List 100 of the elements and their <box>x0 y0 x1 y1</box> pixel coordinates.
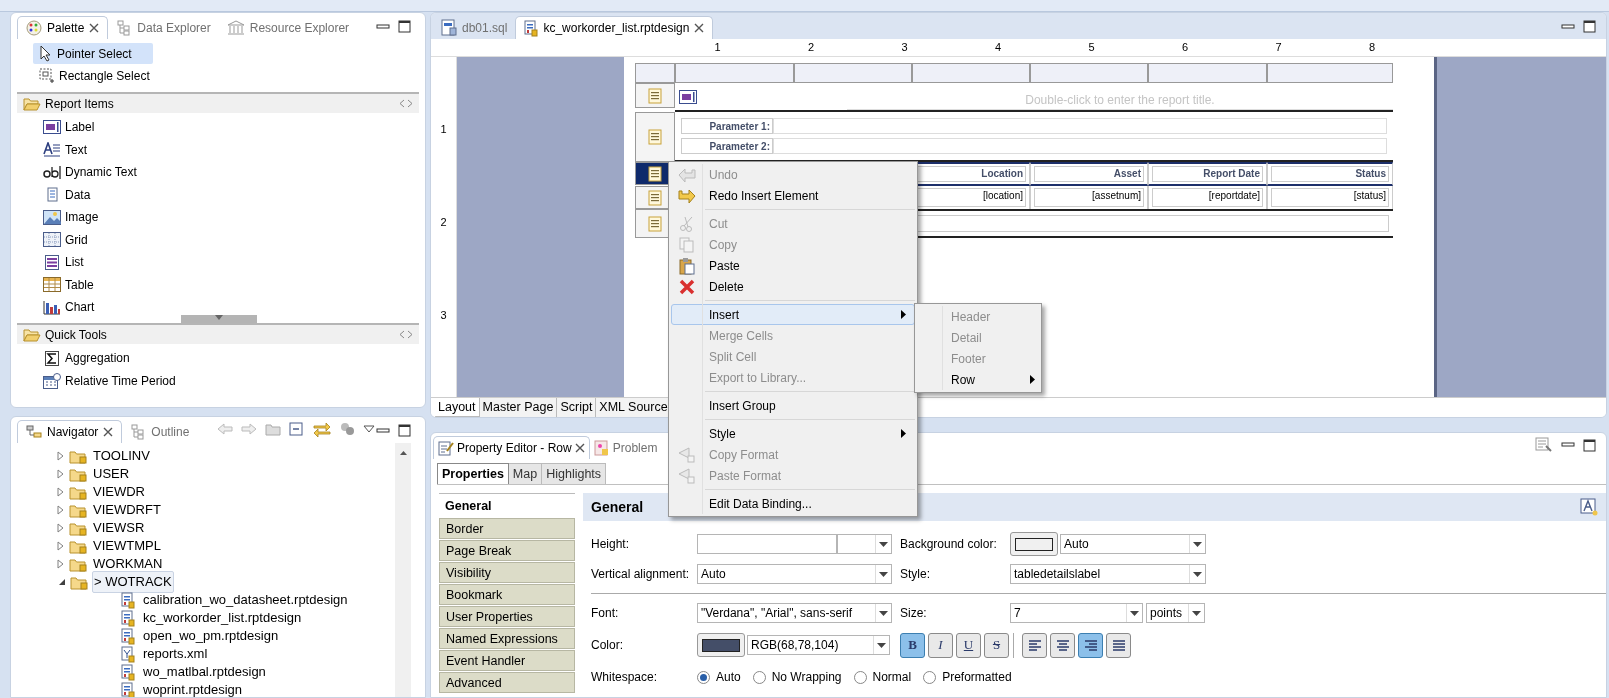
palette-item[interactable]: Aggregation <box>43 347 425 370</box>
collapse-icon[interactable] <box>399 330 413 339</box>
minimize-icon[interactable] <box>1561 22 1575 31</box>
collapsed-arrow-icon[interactable] <box>57 469 65 479</box>
column-header[interactable] <box>1030 63 1148 83</box>
dropdown[interactable]: points <box>1146 603 1205 623</box>
tab[interactable]: Resource Explorer <box>218 16 358 39</box>
menu-item[interactable]: Delete <box>671 276 915 297</box>
menu-item[interactable]: Style <box>671 423 915 444</box>
dropdown[interactable]: 7 <box>1010 603 1143 623</box>
collapse-icon[interactable] <box>399 99 413 108</box>
palette-item[interactable]: Table <box>43 273 425 296</box>
tab[interactable]: Data Explorer <box>108 16 219 39</box>
maximize-icon[interactable] <box>398 20 411 33</box>
expanded-arrow-icon[interactable] <box>57 578 66 586</box>
dropdown[interactable]: Auto <box>697 564 892 584</box>
close-icon[interactable] <box>574 443 585 453</box>
palette-item[interactable]: Label <box>43 116 425 139</box>
editor-tab[interactable]: Master Page <box>479 398 558 417</box>
menu-item[interactable]: Redo Insert Element <box>671 185 915 206</box>
collapse-all-icon[interactable] <box>289 422 306 436</box>
column-header[interactable] <box>635 63 675 83</box>
color-button[interactable] <box>697 633 745 657</box>
italic-button[interactable]: I <box>928 632 953 658</box>
scroll-up-icon[interactable] <box>399 451 407 455</box>
dropdown[interactable]: "Verdana", "Arial", sans-serif <box>697 603 892 623</box>
row-handle[interactable] <box>635 83 675 108</box>
align-left-button[interactable] <box>1022 632 1047 658</box>
justify-button[interactable] <box>1106 632 1131 658</box>
list-pointer-icon[interactable] <box>1535 437 1553 453</box>
input-field[interactable] <box>697 534 837 554</box>
column-header[interactable] <box>1148 63 1267 83</box>
menu-item[interactable]: Paste <box>671 255 915 276</box>
category-item[interactable]: Bookmark <box>439 584 575 605</box>
editor-tab[interactable]: Layout <box>435 398 480 417</box>
palette-item[interactable]: Relative Time Period <box>43 369 425 392</box>
dropdown[interactable]: RGB(68,78,104) <box>747 635 890 655</box>
gears-icon[interactable] <box>339 422 356 436</box>
tree-item[interactable]: > WOTRACK <box>92 571 174 593</box>
tab[interactable]: Palette <box>17 16 109 39</box>
palette-item[interactable]: List <box>43 251 425 274</box>
tab[interactable]: Map <box>508 463 543 484</box>
menu-item[interactable]: Insert Group <box>671 395 915 416</box>
tab[interactable]: db01.sql <box>433 16 516 39</box>
dropdown[interactable]: tabledetailslabel <box>1010 564 1206 584</box>
minimize-icon[interactable] <box>376 426 390 435</box>
radio-button[interactable] <box>697 670 710 684</box>
radio-button[interactable] <box>923 670 937 684</box>
tab[interactable]: kc_workorder_list.rptdesign <box>515 16 714 39</box>
column-header[interactable] <box>912 63 1030 83</box>
align-center-button[interactable] <box>1050 632 1075 658</box>
tab[interactable]: Problem <box>589 436 662 459</box>
palette-item[interactable]: Dynamic Text <box>43 161 425 184</box>
menu-item[interactable]: Edit Data Binding... <box>671 493 915 514</box>
maximize-icon[interactable] <box>398 424 411 437</box>
tab[interactable]: Highlights <box>542 463 607 484</box>
minimize-icon[interactable] <box>376 22 390 31</box>
collapsed-arrow-icon[interactable] <box>57 451 65 461</box>
drawer-header[interactable]: Report Items <box>17 92 419 113</box>
category-item[interactable]: Advanced <box>439 672 575 693</box>
palette-item[interactable]: Chart <box>43 296 425 319</box>
collapsed-arrow-icon[interactable] <box>57 523 65 533</box>
category-item[interactable]: Border <box>439 518 575 539</box>
bold-button[interactable]: B <box>900 632 925 658</box>
category-item[interactable]: Named Expressions <box>439 628 575 649</box>
column-header[interactable] <box>794 63 912 83</box>
palette-item[interactable]: Grid <box>43 228 425 251</box>
minimize-icon[interactable] <box>1561 441 1575 449</box>
radio-button[interactable] <box>853 670 867 684</box>
collapsed-arrow-icon[interactable] <box>57 541 65 551</box>
strikethrough-button[interactable]: S <box>984 632 1009 658</box>
menu-item[interactable]: Row <box>917 369 1039 390</box>
link-arrows-icon[interactable] <box>313 421 332 437</box>
align-right-button[interactable] <box>1078 632 1103 658</box>
row-handle[interactable] <box>635 112 675 162</box>
tab[interactable]: Navigator <box>17 420 123 443</box>
category-item[interactable]: Visibility <box>439 562 575 583</box>
tab[interactable]: Properties <box>437 463 509 484</box>
scroll-down-button[interactable] <box>181 315 257 323</box>
column-header[interactable] <box>1267 63 1393 83</box>
collapsed-arrow-icon[interactable] <box>57 559 65 569</box>
editor-tab[interactable]: Script <box>557 398 597 417</box>
drawer-header[interactable]: Quick Tools <box>17 323 419 344</box>
collapsed-arrow-icon[interactable] <box>57 505 65 515</box>
category-item[interactable]: User Properties <box>439 606 575 627</box>
palette-item[interactable]: Image <box>43 206 425 229</box>
underline-button[interactable]: U <box>956 632 981 658</box>
style-icon[interactable] <box>1580 498 1598 516</box>
close-icon[interactable] <box>103 427 114 437</box>
maximize-icon[interactable] <box>1583 20 1596 33</box>
scrollbar[interactable] <box>395 443 411 697</box>
palette-item[interactable]: Data <box>43 183 425 206</box>
close-icon[interactable] <box>694 23 705 33</box>
category-item[interactable]: Event Handler <box>439 650 575 671</box>
tool-item[interactable]: Pointer Select <box>33 43 153 64</box>
radio-button[interactable] <box>752 670 766 684</box>
tab[interactable]: Property Editor - Row <box>433 436 590 459</box>
close-icon[interactable] <box>89 23 100 33</box>
palette-item[interactable]: Text <box>43 138 425 161</box>
folder-up-icon[interactable] <box>265 422 282 436</box>
